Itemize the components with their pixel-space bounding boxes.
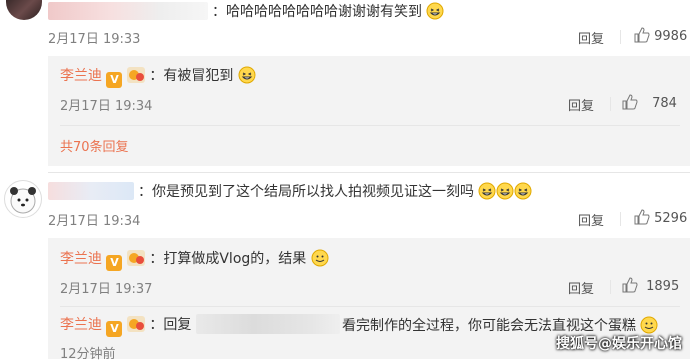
more-replies-link[interactable]: 共70条回复: [60, 136, 129, 155]
reply-author[interactable]: 李兰迪: [60, 68, 102, 84]
reply-item: 李兰迪 V ：有被冒犯到: [60, 66, 256, 88]
comment-time: 2月17日 19:33: [48, 32, 141, 47]
reply-button[interactable]: 回复: [568, 278, 594, 297]
like-count: 784: [652, 96, 677, 111]
username-blurred[interactable]: [196, 314, 340, 334]
divider: [620, 212, 621, 226]
verified-badge-icon: V: [106, 321, 123, 337]
username-blurred[interactable]: [48, 2, 208, 20]
reply-item: 李兰迪 V ：回复: [60, 316, 191, 337]
reply-time: 2月17日 19:37: [60, 282, 153, 297]
smile-emoji-icon: [311, 249, 329, 267]
laughing-emoji-icon: [426, 2, 444, 20]
comment-text: ：你是预见到了这个结局所以找人拍视频见证这一刻吗: [138, 182, 532, 201]
member-badge-glyph: [128, 319, 144, 330]
member-badge-glyph: [128, 70, 144, 81]
laughing-emoji-icon: [478, 182, 496, 200]
divider: [60, 125, 680, 126]
thumbs-up-icon: [622, 94, 638, 110]
reply-button[interactable]: 回复: [568, 95, 594, 114]
thumbs-up-icon: [634, 209, 650, 225]
reply-author[interactable]: 李兰迪: [60, 317, 102, 333]
reply-button[interactable]: 回复: [578, 28, 604, 47]
like-button[interactable]: 1895: [622, 277, 679, 294]
reply-body: ：有被冒犯到: [149, 68, 234, 84]
thumbs-up-icon: [634, 27, 650, 43]
divider: [620, 30, 621, 44]
avatar[interactable]: [6, 0, 42, 20]
member-badge-icon: [126, 316, 145, 332]
like-count: 9986: [654, 29, 688, 44]
comment-body: ：你是预见到了这个结局所以找人拍视频见证这一刻吗: [138, 184, 474, 200]
like-button[interactable]: 5296: [634, 209, 687, 226]
member-badge-icon: [126, 250, 145, 266]
username-blurred[interactable]: [48, 182, 134, 200]
smile-emoji-icon: [640, 316, 658, 334]
reply-body: 看完制作的全过程，你可能会无法直视这个蛋糕: [342, 318, 636, 334]
laughing-emoji-icon: [514, 182, 532, 200]
avatar-image: [10, 187, 36, 214]
laughing-emoji-icon: [238, 66, 256, 84]
verified-badge-icon: V: [106, 255, 123, 271]
laughing-emoji-icon: [496, 182, 514, 200]
divider: [60, 306, 680, 307]
reply-author[interactable]: 李兰迪: [60, 251, 102, 267]
reply-time: 2月17日 19:34: [60, 99, 153, 114]
thumbs-up-icon: [622, 277, 638, 293]
comment-divider: [48, 172, 690, 173]
reply-item: 李兰迪 V ：打算做成Vlog的，结果: [60, 249, 329, 271]
comment-body: ：哈哈哈哈哈哈哈哈谢谢谢有笑到: [212, 4, 422, 20]
reply-prefix: ：回复: [149, 317, 192, 333]
like-button[interactable]: 784: [622, 94, 677, 111]
like-count: 5296: [654, 211, 688, 226]
divider: [610, 280, 611, 294]
comment-text: ：哈哈哈哈哈哈哈哈谢谢谢有笑到: [212, 2, 444, 21]
reply-time: 12分钟前: [60, 347, 116, 362]
reply-body: ：打算做成Vlog的，结果: [149, 251, 307, 267]
like-button[interactable]: 9986: [634, 27, 687, 44]
divider: [610, 97, 611, 111]
verified-badge-icon: V: [106, 72, 123, 88]
member-badge-glyph: [128, 253, 144, 264]
avatar[interactable]: [4, 180, 42, 218]
watermark: 搜狐号@娱乐开心馆: [556, 336, 682, 352]
like-count: 1895: [646, 279, 680, 294]
member-badge-icon: [126, 67, 145, 83]
comment-time: 2月17日 19:34: [48, 214, 141, 229]
reply-button[interactable]: 回复: [578, 210, 604, 229]
